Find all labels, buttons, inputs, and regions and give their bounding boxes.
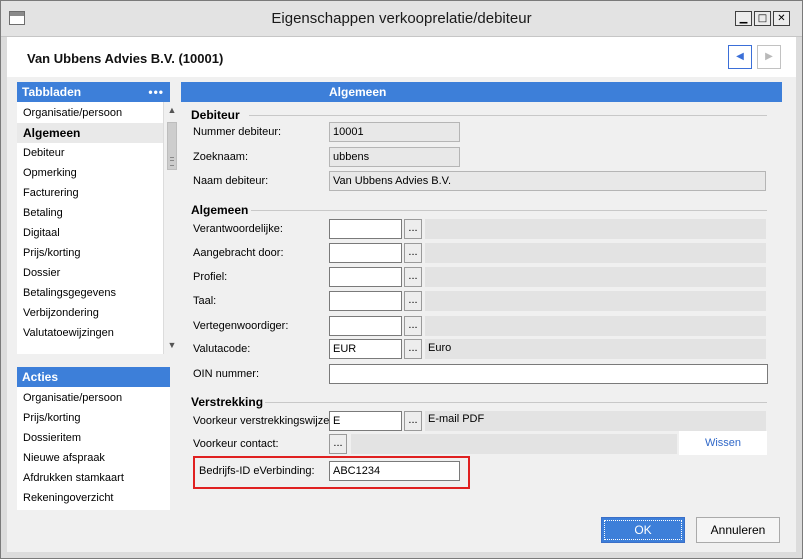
scroll-thumb[interactable] <box>167 122 177 170</box>
main-section-title: Algemeen <box>329 85 387 99</box>
label-profiel: Profiel: <box>193 271 228 283</box>
scroll-up-icon[interactable]: ▲ <box>164 102 180 119</box>
profiel-input[interactable] <box>329 267 402 287</box>
ok-button[interactable]: OK <box>601 517 685 543</box>
maximize-button[interactable]: □ <box>754 11 771 26</box>
taal-lookup-button[interactable]: ... <box>404 291 422 311</box>
actions-panel-title: Acties <box>22 370 59 384</box>
label-vertegenwoordiger: Vertegenwoordiger: <box>193 320 289 332</box>
label-valutacode: Valutacode: <box>193 343 251 355</box>
tab-betaling[interactable]: Betaling <box>23 203 63 223</box>
company-name: Van Ubbens Advies B.V. (10001) <box>27 51 224 66</box>
section-verstrekking-title: Verstrekking <box>191 395 264 409</box>
previous-record-button[interactable]: ◀ <box>728 45 752 69</box>
verantwoordelijke-input[interactable] <box>329 219 402 239</box>
vertegenwoordiger-lookup-button[interactable]: ... <box>404 316 422 336</box>
label-bedrijfs-id: Bedrijfs-ID eVerbinding: <box>199 465 315 477</box>
tab-debiteur[interactable]: Debiteur <box>23 143 65 163</box>
profiel-lookup-button[interactable]: ... <box>404 267 422 287</box>
oin-nummer-input[interactable] <box>329 364 768 384</box>
zoeknaam-field: ubbens <box>329 147 460 167</box>
label-oin-nummer: OIN nummer: <box>193 368 260 380</box>
main-section-header: Algemeen <box>181 82 782 102</box>
tab-betalingsgegevens[interactable]: Betalingsgegevens <box>23 283 116 303</box>
verantwoordelijke-description <box>425 219 766 239</box>
valutacode-description: Euro <box>425 339 766 359</box>
window-title: Eigenschappen verkooprelatie/debiteur <box>271 10 532 27</box>
tabs-scrollbar[interactable]: ▲ ▼ <box>163 102 180 354</box>
wissen-button[interactable]: Wissen <box>679 431 767 455</box>
tab-opmerking[interactable]: Opmerking <box>23 163 77 183</box>
label-aangebracht-door: Aangebracht door: <box>193 247 284 259</box>
scroll-down-icon[interactable]: ▼ <box>164 337 180 354</box>
tab-digitaal[interactable]: Digitaal <box>23 223 60 243</box>
section-algemeen-title: Algemeen <box>191 203 249 217</box>
aangebracht-door-lookup-button[interactable]: ... <box>404 243 422 263</box>
verantwoordelijke-lookup-button[interactable]: ... <box>404 219 422 239</box>
action-dossieritem[interactable]: Dossieritem <box>23 428 81 448</box>
voorkeur-contact-description <box>351 434 677 454</box>
record-header: Van Ubbens Advies B.V. (10001) ◀ ▶ <box>7 37 796 77</box>
chevron-right-icon: ▶ <box>765 51 773 62</box>
label-taal: Taal: <box>193 295 217 307</box>
label-naam-debiteur: Naam debiteur: <box>193 175 269 187</box>
chevron-left-icon: ◀ <box>736 51 744 62</box>
tab-verbijzondering[interactable]: Verbijzondering <box>23 303 99 323</box>
label-voorkeur-verstrekkingswijze: Voorkeur verstrekkingswijze: <box>193 415 333 427</box>
close-button[interactable]: ✕ <box>773 11 790 26</box>
divider <box>249 115 767 116</box>
action-nieuwe-afspraak[interactable]: Nieuwe afspraak <box>23 448 105 468</box>
tab-dossier[interactable]: Dossier <box>23 263 60 283</box>
tabs-panel: Organisatie/persoon Algemeen Debiteur Op… <box>17 102 180 354</box>
next-record-button[interactable]: ▶ <box>757 45 781 69</box>
cancel-button[interactable]: Annuleren <box>696 517 780 543</box>
tab-algemeen[interactable]: Algemeen <box>17 123 163 143</box>
nummer-debiteur-field: 10001 <box>329 122 460 142</box>
naam-debiteur-field: Van Ubbens Advies B.V. <box>329 171 766 191</box>
divider <box>251 210 767 211</box>
more-icon[interactable]: ••• <box>148 82 164 102</box>
action-afdrukken-stamkaart[interactable]: Afdrukken stamkaart <box>23 468 124 488</box>
label-zoeknaam: Zoeknaam: <box>193 151 249 163</box>
taal-description <box>425 291 766 311</box>
tab-facturering[interactable]: Facturering <box>23 183 79 203</box>
tab-valutatoewijzingen[interactable]: Valutatoewijzingen <box>23 323 114 343</box>
label-voorkeur-contact: Voorkeur contact: <box>193 438 279 450</box>
aangebracht-door-description <box>425 243 766 263</box>
tab-prijs-korting[interactable]: Prijs/korting <box>23 243 80 263</box>
taal-input[interactable] <box>329 291 402 311</box>
bedrijfs-id-input[interactable]: ABC1234 <box>329 461 460 481</box>
title-bar: Eigenschappen verkooprelatie/debiteur ▁ … <box>1 1 802 37</box>
actions-panel: Organisatie/persoon Prijs/korting Dossie… <box>17 387 170 510</box>
valutacode-lookup-button[interactable]: ... <box>404 339 422 359</box>
tabs-panel-header: Tabbladen ••• <box>17 82 170 102</box>
action-organisatie-persoon[interactable]: Organisatie/persoon <box>23 388 122 408</box>
aangebracht-door-input[interactable] <box>329 243 402 263</box>
properties-window: Eigenschappen verkooprelatie/debiteur ▁ … <box>0 0 803 559</box>
tabs-panel-title: Tabbladen <box>22 85 82 99</box>
actions-panel-header: Acties <box>17 367 170 387</box>
divider <box>265 402 767 403</box>
vertegenwoordiger-description <box>425 316 766 336</box>
voorkeur-contact-lookup-button[interactable]: ... <box>329 434 347 454</box>
dialog-body: Van Ubbens Advies B.V. (10001) ◀ ▶ Tabbl… <box>7 37 796 552</box>
section-debiteur-title: Debiteur <box>191 108 240 122</box>
action-rekeningoverzicht[interactable]: Rekeningoverzicht <box>23 488 114 508</box>
tab-organisatie-persoon[interactable]: Organisatie/persoon <box>23 103 122 123</box>
minimize-button[interactable]: ▁ <box>735 11 752 26</box>
voorkeur-verstrekkingswijze-input[interactable]: E <box>329 411 402 431</box>
action-prijs-korting[interactable]: Prijs/korting <box>23 408 80 428</box>
verstrekkingswijze-description: E-mail PDF <box>425 411 766 431</box>
profiel-description <box>425 267 766 287</box>
valutacode-input[interactable]: EUR <box>329 339 402 359</box>
vertegenwoordiger-input[interactable] <box>329 316 402 336</box>
label-verantwoordelijke: Verantwoordelijke: <box>193 223 283 235</box>
verstrekkingswijze-lookup-button[interactable]: ... <box>404 411 422 431</box>
label-nummer-debiteur: Nummer debiteur: <box>193 126 282 138</box>
